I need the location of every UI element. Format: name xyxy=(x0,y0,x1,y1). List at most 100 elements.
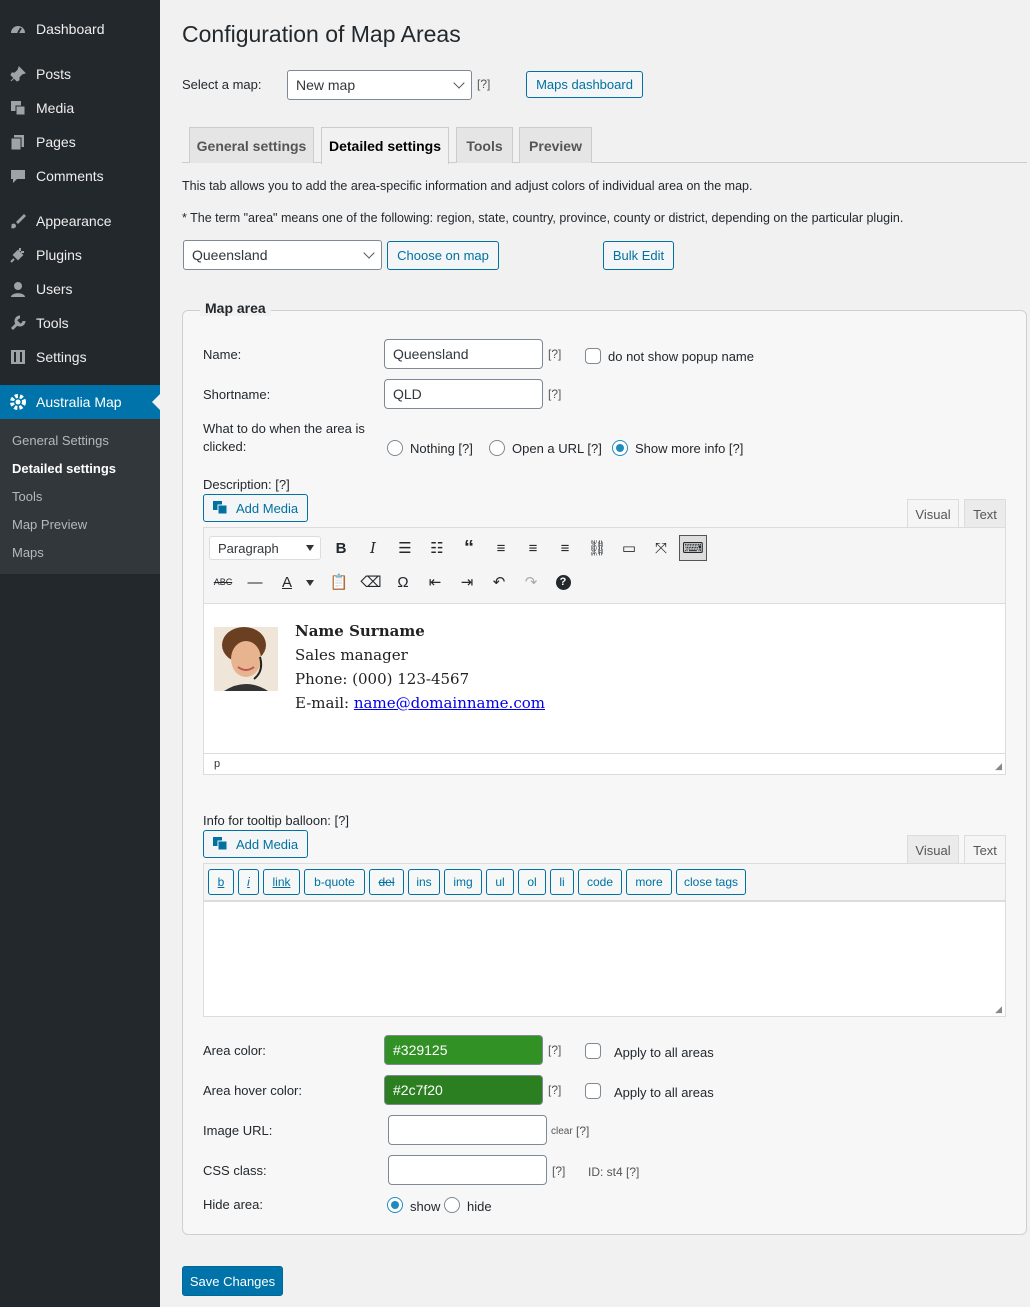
menu-dashboard[interactable]: Dashboard xyxy=(0,12,160,46)
no-popup-checkbox[interactable] xyxy=(585,348,601,364)
indent-icon[interactable]: ⇥ xyxy=(455,570,479,594)
align-right-icon[interactable]: ≡ xyxy=(553,536,577,560)
tab-visual[interactable]: Visual xyxy=(907,835,959,864)
outdent-icon[interactable]: ⇤ xyxy=(423,570,447,594)
redo-icon[interactable]: ↷ xyxy=(519,570,543,594)
help-link[interactable]: [?] xyxy=(548,1043,561,1057)
menu-tools[interactable]: Tools xyxy=(0,306,160,340)
tab-text[interactable]: Text xyxy=(964,835,1006,864)
caret-down-icon[interactable] xyxy=(306,580,314,586)
choose-on-map-button[interactable]: Choose on map xyxy=(387,241,499,270)
page-title: Configuration of Map Areas xyxy=(182,21,461,47)
radio-nothing[interactable] xyxy=(387,440,403,456)
menu-australia-map[interactable]: Australia Map xyxy=(0,385,160,419)
apply-all-area-color-checkbox[interactable] xyxy=(585,1043,601,1059)
qt-ins-button[interactable]: ins xyxy=(408,869,440,895)
horizontal-line-icon[interactable]: — xyxy=(243,570,267,594)
qt-italic-button[interactable]: i xyxy=(238,869,259,895)
radio-show[interactable] xyxy=(387,1197,403,1213)
add-media-button[interactable]: Add Media xyxy=(203,830,308,858)
submenu-detailed-settings[interactable]: Detailed settings xyxy=(12,461,116,476)
tab-general-settings[interactable]: General settings xyxy=(189,127,314,163)
tooltip-textarea[interactable]: ◢ xyxy=(203,901,1006,1017)
menu-posts[interactable]: Posts xyxy=(0,57,160,91)
hover-color-field[interactable]: #2c7f20 xyxy=(384,1075,543,1105)
bold-icon[interactable]: B xyxy=(329,536,353,560)
resize-handle-icon[interactable]: ◢ xyxy=(995,1004,1002,1015)
radio-show-more-info[interactable] xyxy=(612,440,628,456)
description-editor-area[interactable]: Name Surname Sales manager Phone: (000) … xyxy=(203,604,1006,754)
help-link[interactable]: [?] xyxy=(552,1164,565,1178)
qt-bquote-button[interactable]: b-quote xyxy=(304,869,365,895)
tab-visual[interactable]: Visual xyxy=(907,499,959,528)
menu-appearance[interactable]: Appearance xyxy=(0,204,160,238)
help-link[interactable]: [?] xyxy=(576,1124,589,1138)
qt-ul-button[interactable]: ul xyxy=(486,869,514,895)
tab-tools[interactable]: Tools xyxy=(456,127,513,163)
menu-settings[interactable]: Settings xyxy=(0,340,160,374)
submenu-general-settings[interactable]: General Settings xyxy=(12,433,109,448)
align-left-icon[interactable]: ≡ xyxy=(489,536,513,560)
link-icon[interactable]: ⛓ xyxy=(585,536,609,560)
align-center-icon[interactable]: ≡ xyxy=(521,536,545,560)
area-select[interactable]: Queensland xyxy=(183,240,382,270)
menu-media[interactable]: Media xyxy=(0,91,160,125)
submenu-tools[interactable]: Tools xyxy=(12,489,42,504)
clear-link[interactable]: clear xyxy=(551,1126,573,1137)
add-media-button[interactable]: Add Media xyxy=(203,494,308,522)
qt-li-button[interactable]: li xyxy=(550,869,574,895)
tab-detailed-settings[interactable]: Detailed settings xyxy=(321,127,449,164)
area-color-field[interactable]: #329125 xyxy=(384,1035,543,1065)
help-link[interactable]: [?] xyxy=(477,77,490,91)
qt-ol-button[interactable]: ol xyxy=(518,869,546,895)
qt-link-button[interactable]: link xyxy=(263,869,300,895)
email-link[interactable]: name@domainname.com xyxy=(354,694,545,712)
contact-email-line: E-mail: name@domainname.com xyxy=(295,694,545,712)
blockquote-icon[interactable]: “ xyxy=(457,536,481,560)
qt-close-tags-button[interactable]: close tags xyxy=(676,869,746,895)
radio-open-url[interactable] xyxy=(489,440,505,456)
special-character-icon[interactable]: Ω xyxy=(391,570,415,594)
apply-all-hover-color-checkbox[interactable] xyxy=(585,1083,601,1099)
read-more-icon[interactable]: ▭ xyxy=(617,536,641,560)
strikethrough-icon[interactable]: ABC xyxy=(211,570,235,594)
submenu-maps[interactable]: Maps xyxy=(12,545,44,560)
toolbar-toggle-icon[interactable]: ⌨ xyxy=(679,535,707,561)
save-changes-button[interactable]: Save Changes xyxy=(182,1266,283,1296)
qt-code-button[interactable]: code xyxy=(578,869,622,895)
bullet-list-icon[interactable]: ☰ xyxy=(393,536,417,560)
clear-formatting-icon[interactable]: ⌫ xyxy=(359,570,383,594)
qt-img-button[interactable]: img xyxy=(444,869,482,895)
tab-preview[interactable]: Preview xyxy=(519,127,592,163)
text-color-icon[interactable]: A xyxy=(275,570,299,594)
help-link[interactable]: [?] xyxy=(548,347,561,361)
resize-handle-icon[interactable]: ◢ xyxy=(995,761,1002,772)
submenu-map-preview[interactable]: Map Preview xyxy=(12,517,87,532)
menu-comments[interactable]: Comments xyxy=(0,159,160,193)
italic-icon[interactable]: I xyxy=(361,536,385,560)
menu-pages[interactable]: Pages xyxy=(0,125,160,159)
menu-label: Plugins xyxy=(36,247,82,263)
help-link[interactable]: [?] xyxy=(548,1083,561,1097)
css-class-field[interactable] xyxy=(388,1155,547,1185)
qt-bold-button[interactable]: b xyxy=(208,869,234,895)
help-link[interactable]: [?] xyxy=(548,387,561,401)
radio-hide[interactable] xyxy=(444,1197,460,1213)
help-icon[interactable]: ? xyxy=(551,570,575,594)
fullscreen-icon[interactable]: ⤧ xyxy=(649,536,673,560)
shortname-field[interactable]: QLD xyxy=(384,379,543,409)
numbered-list-icon[interactable]: ☷ xyxy=(425,536,449,560)
name-field[interactable]: Queensland xyxy=(384,339,543,369)
bulk-edit-button[interactable]: Bulk Edit xyxy=(603,241,674,270)
menu-plugins[interactable]: Plugins xyxy=(0,238,160,272)
paste-text-icon[interactable]: 📋 xyxy=(327,570,351,594)
qt-del-button[interactable]: del xyxy=(369,869,404,895)
qt-more-button[interactable]: more xyxy=(626,869,672,895)
menu-users[interactable]: Users xyxy=(0,272,160,306)
paragraph-select[interactable]: Paragraph xyxy=(209,536,321,560)
maps-dashboard-button[interactable]: Maps dashboard xyxy=(526,71,643,98)
map-select[interactable]: New map xyxy=(287,70,472,100)
tab-text[interactable]: Text xyxy=(964,499,1006,528)
image-url-field[interactable] xyxy=(388,1115,547,1145)
undo-icon[interactable]: ↶ xyxy=(487,570,511,594)
